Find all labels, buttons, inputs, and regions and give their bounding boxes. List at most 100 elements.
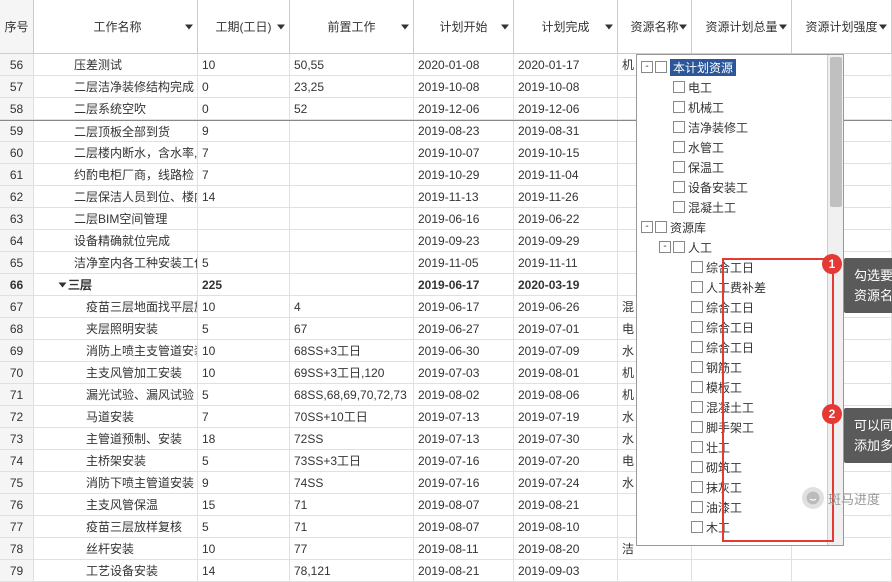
checkbox[interactable] [691,261,703,273]
cell[interactable]: 2019-11-05 [414,252,514,273]
cell[interactable] [692,560,792,581]
cell[interactable]: 主管道预制、安装 [34,428,198,449]
cell[interactable]: 2019-11-13 [414,186,514,207]
cell[interactable]: 2019-08-01 [514,362,618,383]
tree-labor[interactable]: - 人工 [641,237,843,257]
checkbox[interactable] [691,381,703,393]
checkbox[interactable] [691,481,703,493]
cell[interactable]: 夹层照明安装 [34,318,198,339]
cell[interactable]: 2019-06-26 [514,296,618,317]
tree-item[interactable]: 模板工 [641,377,843,397]
cell[interactable] [290,252,414,273]
col-plan-end[interactable]: 计划完成 [514,0,618,53]
cell[interactable]: 主支风管保温 [34,494,198,515]
cell[interactable]: 2019-07-03 [414,362,514,383]
tree-root[interactable]: - 本计划资源 [641,57,843,77]
cell[interactable]: 78,121 [290,560,414,581]
checkbox[interactable] [673,101,685,113]
cell[interactable]: 漏光试验、漏风试验 [34,384,198,405]
checkbox[interactable] [691,501,703,513]
tree-item[interactable]: 设备安装工 [641,177,843,197]
col-name[interactable]: 工作名称 [34,0,198,53]
cell[interactable]: 2019-10-29 [414,164,514,185]
col-resource-qty[interactable]: 资源计划总量 [692,0,792,53]
cell[interactable]: 0 [198,98,290,119]
cell[interactable]: 66 [0,274,34,295]
cell[interactable]: 2019-07-09 [514,340,618,361]
cell[interactable]: 0 [198,76,290,97]
checkbox[interactable] [691,401,703,413]
tree-item[interactable]: 电工 [641,77,843,97]
cell[interactable]: 2019-10-07 [414,142,514,163]
cell[interactable]: 61 [0,164,34,185]
cell[interactable]: 2019-09-23 [414,230,514,251]
cell[interactable]: 主支风管加工安装 [34,362,198,383]
cell[interactable]: 二层系统空吹 [34,98,198,119]
cell[interactable] [290,208,414,229]
cell[interactable]: 9 [198,472,290,493]
cell[interactable]: 2019-08-06 [514,384,618,405]
cell[interactable]: 2019-11-11 [514,252,618,273]
cell[interactable]: 71 [0,384,34,405]
cell[interactable]: 67 [0,296,34,317]
dropdown-icon[interactable] [879,24,887,29]
cell[interactable]: 5 [198,318,290,339]
tree-resource-lib[interactable]: - 资源库 [641,217,843,237]
cell[interactable]: 消防下喷主管道安装 [34,472,198,493]
checkbox[interactable] [691,321,703,333]
tree-item[interactable]: 综合工日 [641,337,843,357]
cell[interactable]: 75 [0,472,34,493]
cell[interactable]: 10 [198,362,290,383]
dropdown-icon[interactable] [277,24,285,29]
cell[interactable] [290,186,414,207]
scroll-thumb[interactable] [830,57,842,207]
cell[interactable]: 71 [290,516,414,537]
cell[interactable]: 225 [198,274,290,295]
cell[interactable]: 10 [198,296,290,317]
cell[interactable]: 50,55 [290,54,414,75]
cell[interactable]: 68SS,68,69,70,72,73 [290,384,414,405]
cell[interactable]: 2019-10-15 [514,142,618,163]
cell[interactable]: 58 [0,98,34,119]
col-predecessor[interactable]: 前置工作 [290,0,414,53]
cell[interactable]: 压差测试 [34,54,198,75]
cell[interactable]: 2019-08-07 [414,494,514,515]
cell[interactable]: 2020-03-19 [514,274,618,295]
cell[interactable]: 2020-01-17 [514,54,618,75]
cell[interactable]: 2019-07-20 [514,450,618,471]
cell[interactable]: 2019-08-10 [514,516,618,537]
cell[interactable]: 2019-06-27 [414,318,514,339]
cell[interactable]: 消防上喷主支管道安装 [34,340,198,361]
cell[interactable]: 67 [290,318,414,339]
cell[interactable]: 56 [0,54,34,75]
cell[interactable]: 设备精确就位完成 [34,230,198,251]
cell[interactable]: 2019-08-21 [514,494,618,515]
checkbox[interactable] [691,281,703,293]
cell[interactable]: 2019-11-04 [514,164,618,185]
tree-item[interactable]: 保温工 [641,157,843,177]
cell[interactable]: 二层保洁人员到位、楼内 [34,186,198,207]
cell[interactable]: 工艺设备安装 [34,560,198,581]
dropdown-icon[interactable] [501,24,509,29]
cell[interactable]: 2019-07-16 [414,472,514,493]
cell[interactable]: 5 [198,516,290,537]
cell[interactable]: 2019-07-13 [414,406,514,427]
cell[interactable] [198,208,290,229]
tree-item[interactable]: 木工 [641,517,843,537]
dropdown-icon[interactable] [401,24,409,29]
cell[interactable]: 77 [0,516,34,537]
cell[interactable] [290,142,414,163]
tree-item[interactable]: 机械工 [641,97,843,117]
cell[interactable]: 二层洁净装修结构完成 [34,76,198,97]
tree-item[interactable]: 水管工 [641,137,843,157]
cell[interactable]: 68 [0,318,34,339]
checkbox[interactable] [673,241,685,253]
col-plan-start[interactable]: 计划开始 [414,0,514,53]
cell[interactable] [618,560,692,581]
checkbox[interactable] [673,161,685,173]
cell[interactable]: 23,25 [290,76,414,97]
cell[interactable]: 14 [198,560,290,581]
collapse-icon[interactable]: - [659,241,671,253]
cell[interactable]: 2019-07-13 [414,428,514,449]
cell[interactable]: 5 [198,252,290,273]
